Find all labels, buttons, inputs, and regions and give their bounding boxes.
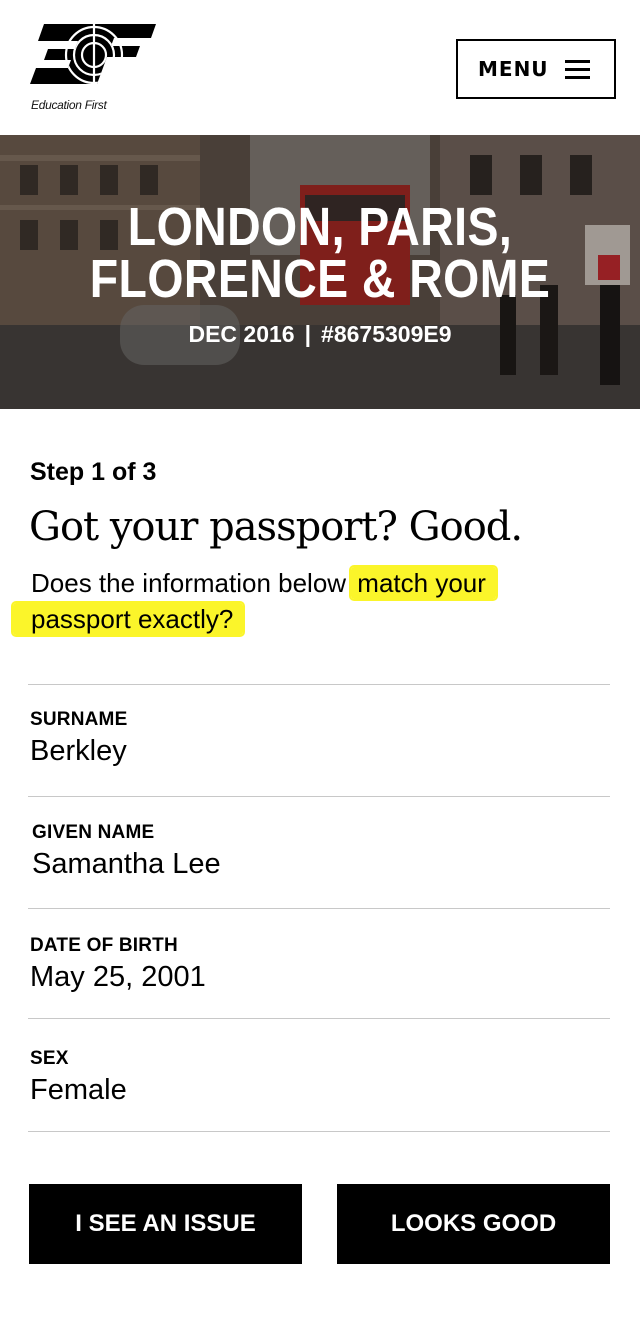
logo-wordmark: Education First [31,98,107,112]
divider [28,684,610,685]
divider [28,1131,610,1132]
confirm-button[interactable]: LOOKS GOOD [337,1184,610,1264]
trip-details: DEC 2016 | #8675309E9 [0,321,640,348]
trip-hero: LONDON, PARIS, FLORENCE & ROME DEC 2016 |… [0,135,640,409]
date-of-birth-label: DATE OF BIRTH [30,935,178,956]
ef-logo-mark [30,24,156,84]
trip-separator: | [304,321,312,347]
sex-label: SEX [30,1048,69,1069]
verification-question: Does the information below match your pas… [13,565,591,637]
date-of-birth-value: May 25, 2001 [30,961,206,993]
question-highlight: match your [351,567,496,599]
page-headline: Got your passport? Good. [29,504,523,550]
trip-title-line2: FLORENCE & ROME [89,249,551,309]
hamburger-icon [564,59,590,79]
given-name-label: GIVEN NAME [32,822,155,843]
report-issue-button[interactable]: I SEE AN ISSUE [29,1184,302,1264]
menu-label: MENU [478,57,549,81]
divider [28,796,610,797]
surname-value: Berkley [30,735,127,767]
site-header: Education First MENU [0,0,640,135]
trip-title: LONDON, PARIS, FLORENCE & ROME [45,197,595,309]
given-name-value: Samantha Lee [32,848,221,880]
ef-logo[interactable]: Education First [30,24,160,116]
booking-number: #8675309E9 [321,321,452,347]
trip-date: DEC 2016 [188,321,295,347]
step-indicator: Step 1 of 3 [30,458,157,486]
sex-value: Female [30,1074,127,1106]
surname-label: SURNAME [30,709,128,730]
question-text: Does the information below [31,568,354,598]
divider [28,1018,610,1019]
menu-button[interactable]: MENU [456,39,616,99]
question-highlight: passport exactly? [13,603,244,635]
trip-title-line1: LONDON, PARIS, [127,197,513,257]
divider [28,908,610,909]
